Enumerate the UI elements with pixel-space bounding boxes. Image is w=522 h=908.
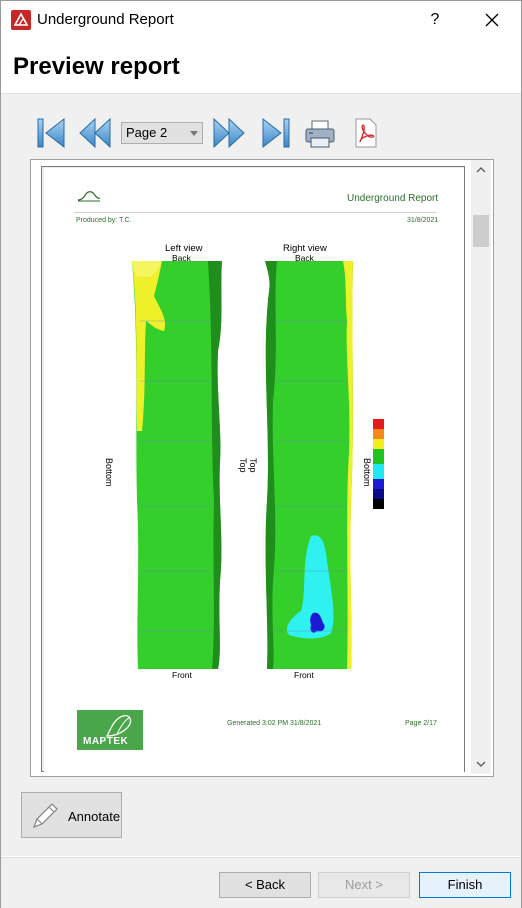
close-button[interactable] xyxy=(477,5,507,35)
previous-page-icon xyxy=(79,117,111,149)
back-button[interactable]: < Back xyxy=(219,872,311,898)
left-view-inner-label: Top xyxy=(238,458,248,473)
report-page: Underground Report Produced by: T.C. 31/… xyxy=(44,168,464,772)
last-page-button[interactable] xyxy=(258,115,292,151)
finish-button[interactable]: Finish xyxy=(419,872,511,898)
scroll-up-button[interactable] xyxy=(471,162,491,179)
first-page-button[interactable] xyxy=(35,115,69,151)
report-page-number: Page 2/17 xyxy=(405,720,437,727)
dialog-footer: < Back Next > Finish xyxy=(1,857,521,908)
right-view-bottom-label: Front xyxy=(294,670,314,680)
report-produced-by: Produced by: T.C. xyxy=(76,217,132,224)
page-select-value: Page 2 xyxy=(126,125,168,140)
next-page-icon xyxy=(213,117,245,149)
next-button[interactable]: Next > xyxy=(318,872,410,898)
chevron-down-icon xyxy=(476,761,486,767)
legend-swatch xyxy=(373,464,384,479)
export-pdf-button[interactable] xyxy=(348,115,382,151)
right-view-inner-label: Top xyxy=(248,458,258,473)
annotate-button[interactable]: Annotate xyxy=(21,792,122,838)
report-preview[interactable]: Underground Report Produced by: T.C. 31/… xyxy=(30,159,494,777)
left-view-scan xyxy=(132,261,222,669)
annotate-label: Annotate xyxy=(68,809,121,824)
maptek-logo: MAPTEK xyxy=(77,710,143,750)
pencil-icon xyxy=(32,803,58,829)
left-view-side-label: Bottom xyxy=(104,458,114,487)
scroll-thumb[interactable] xyxy=(473,215,489,247)
print-button[interactable] xyxy=(303,115,337,151)
right-view-side-label: Bottom xyxy=(362,458,372,487)
next-page-button[interactable] xyxy=(212,115,246,151)
preview-viewport: Underground Report Produced by: T.C. 31/… xyxy=(41,166,465,772)
report-header-title: Underground Report xyxy=(347,193,439,204)
right-view-scan xyxy=(265,261,353,669)
help-button[interactable]: ? xyxy=(421,5,449,35)
report-date: 31/8/2021 xyxy=(407,217,439,224)
dialog-window: Underground Report ? Preview report Page… xyxy=(0,0,522,908)
title-bar: Underground Report ? xyxy=(1,1,521,39)
legend-swatch xyxy=(373,449,384,464)
window-title: Underground Report xyxy=(37,11,174,28)
page-title: Preview report xyxy=(13,53,180,80)
page-select[interactable]: Page 2 xyxy=(121,122,203,144)
scroll-down-button[interactable] xyxy=(471,756,491,773)
report-generated: Generated 3:02 PM 31/8/2021 xyxy=(227,720,322,727)
chevron-up-icon xyxy=(476,167,486,173)
first-page-icon xyxy=(37,117,65,149)
app-icon xyxy=(11,10,31,30)
legend-swatch xyxy=(373,479,384,489)
legend-swatch xyxy=(373,489,384,499)
report-header-rule xyxy=(74,212,436,213)
left-view-bottom-label: Front xyxy=(172,670,192,680)
legend-swatch xyxy=(373,499,384,509)
logo-text: MAPTEK xyxy=(83,736,129,747)
pdf-icon xyxy=(355,118,377,148)
report-logo-small xyxy=(77,191,101,202)
previous-page-button[interactable] xyxy=(78,115,112,151)
legend-swatch xyxy=(373,419,384,429)
close-icon xyxy=(485,13,499,27)
color-legend xyxy=(373,419,384,509)
last-page-icon xyxy=(262,117,290,149)
legend-swatch xyxy=(373,429,384,439)
legend-swatch xyxy=(373,439,384,449)
chevron-down-icon xyxy=(190,131,198,136)
vertical-scrollbar[interactable] xyxy=(471,160,491,774)
printer-icon xyxy=(305,120,335,148)
